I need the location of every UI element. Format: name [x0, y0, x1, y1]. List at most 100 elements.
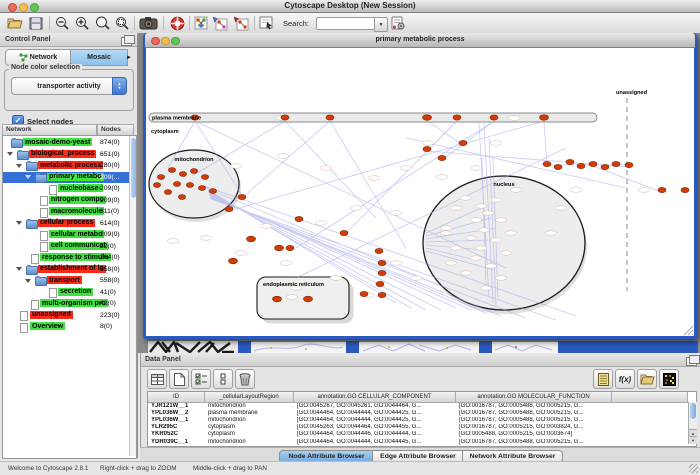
background-window-fragment[interactable] — [346, 341, 359, 353]
table-scrollbar[interactable]: ▲ ▼ — [688, 402, 697, 444]
import-attributes-icon[interactable] — [637, 369, 657, 389]
main-toolbar: Search: ▼ — [0, 13, 700, 34]
annotation-icon[interactable] — [259, 15, 274, 31]
tree-item-cell-communication[interactable]: cell communicat22(0) — [3, 241, 129, 253]
zoom-in-icon[interactable] — [75, 15, 89, 31]
unselect-attributes-icon[interactable] — [213, 369, 233, 389]
table-row[interactable]: YDR039C__1 mitochondrion [GO:0044464, GO… — [148, 439, 688, 446]
folder-icon — [11, 139, 23, 148]
attribute-editor-icon[interactable] — [593, 369, 613, 389]
network-leaf-icon — [20, 323, 28, 333]
table-row[interactable]: YPL036W__1 mitochondrion [GO:0044464, GO… — [148, 417, 688, 424]
expander-icon[interactable] — [7, 152, 13, 156]
destroy-network-icon[interactable] — [233, 15, 249, 31]
tree-item-overview[interactable]: Overview8(0) — [3, 321, 129, 333]
background-window-fragment[interactable] — [492, 341, 558, 353]
expander-icon[interactable] — [25, 175, 31, 179]
zoom-fit-icon[interactable] — [95, 15, 110, 31]
search-config-icon[interactable] — [391, 15, 405, 31]
apply-layout-icon[interactable] — [212, 15, 228, 31]
network-leaf-icon — [49, 185, 57, 195]
network-window-titlebar[interactable]: primary metabolic process — [145, 33, 695, 48]
zoom-selected-icon[interactable] — [115, 15, 129, 31]
network-leaf-icon — [31, 254, 39, 264]
column-header-go-molecular-function[interactable]: annotation.GO MOLECULAR_FUNCTION — [456, 392, 612, 403]
data-panel-title: Data Panel — [145, 356, 181, 363]
background-window-fragment[interactable] — [251, 341, 346, 353]
expander-icon[interactable] — [16, 164, 22, 168]
dropdown-stepper-icon[interactable]: ▲▼ — [112, 77, 127, 95]
float-panel-icon[interactable] — [121, 37, 132, 46]
network-canvas[interactable]: plasma membrane cytoplasm mitochondrion … — [146, 48, 694, 336]
tree-item-multi-organism-process[interactable]: multi-organism pro42(0) — [3, 298, 129, 310]
plasma-membrane-region[interactable] — [149, 113, 597, 122]
tree-scrollbar[interactable] — [129, 136, 136, 456]
tree-item-cellular-process[interactable]: cellular process614(0) — [3, 218, 129, 230]
zoom-out-icon[interactable] — [55, 15, 69, 31]
table-scrollbar-thumb[interactable] — [690, 403, 696, 419]
new-attribute-icon[interactable] — [169, 369, 189, 389]
nucleus-region[interactable] — [423, 176, 585, 310]
search-input[interactable] — [316, 17, 378, 30]
network-leaf-icon — [20, 311, 28, 321]
background-window-fragment[interactable] — [359, 341, 479, 353]
search-dropdown-icon[interactable]: ▼ — [374, 17, 388, 32]
snapshot-camera-icon[interactable] — [139, 15, 158, 31]
nucleus-label: nucleus — [493, 182, 514, 188]
tree-item-transport[interactable]: transport558(0) — [3, 275, 129, 287]
tree-item-nucleobase[interactable]: nucleobase-209(0) — [3, 183, 129, 195]
folder-icon — [26, 266, 38, 275]
matrix-view-icon[interactable] — [659, 369, 679, 389]
background-window-fragment[interactable] — [558, 341, 698, 353]
canvas-resize-grip-icon[interactable] — [684, 326, 693, 335]
tree-item-establishment-of-localization[interactable]: establishment of lo558(0) — [3, 264, 129, 276]
table-row[interactable]: YPL036W__2 plasma membrane [GO:0044464, … — [148, 410, 688, 417]
open-file-icon[interactable] — [7, 15, 24, 31]
background-window-fragment[interactable] — [148, 341, 238, 353]
tab-overflow-arrow-icon[interactable]: ► — [126, 49, 135, 66]
delete-attribute-icon[interactable] — [235, 369, 255, 389]
window-resize-grip-icon[interactable] — [689, 464, 698, 473]
tree-item-primary-metabolic[interactable]: primary metabo209(... — [3, 172, 129, 184]
edges-layer[interactable] — [168, 121, 662, 320]
attribute-table-icon[interactable] — [147, 369, 167, 389]
scroll-down-icon[interactable]: ▼ — [689, 436, 697, 444]
tree-item-biological-process[interactable]: biological_process651(0) — [3, 149, 129, 161]
tree-item-secretion[interactable]: secretion41(0) — [3, 287, 129, 299]
tree-item-macromolecule[interactable]: macromolecule311(0) — [3, 206, 129, 218]
tree-item-metabolic-process[interactable]: metabolic process280(0) — [3, 160, 129, 172]
help-icon[interactable] — [170, 15, 185, 31]
table-row[interactable]: YKR052C cytoplasm [GO:0044464, GO:004444… — [148, 431, 688, 438]
column-header-cellular-layout-region[interactable]: _cellularLayoutRegion — [205, 392, 294, 403]
column-header-id[interactable]: ID — [148, 392, 205, 403]
create-network-icon[interactable] — [194, 15, 208, 31]
tree-item-nitrogen-compound[interactable]: nitrogen compo209(0) — [3, 195, 129, 207]
formula-builder-icon[interactable]: f(x) — [615, 369, 635, 389]
expander-icon[interactable] — [16, 221, 22, 225]
toolbar-separator — [189, 16, 190, 30]
mitochondrion-label: mitochondrion — [174, 157, 214, 163]
save-session-icon[interactable] — [29, 15, 43, 31]
expander-icon[interactable] — [16, 267, 22, 271]
tab-network-label: Network — [30, 54, 58, 61]
tree-item-mosaic-demo-yeast[interactable]: mosaic-demo-yeast874(0) — [3, 137, 129, 149]
tree-scrollbar-thumb[interactable] — [131, 138, 136, 198]
tree-item-unassigned[interactable]: unassigned223(0) — [3, 310, 129, 322]
column-header-go-cellular-component[interactable]: annotation.GO CELLULAR_COMPONENT — [294, 392, 456, 403]
cytoplasm-label: cytoplasm — [151, 129, 179, 135]
background-window-fragment[interactable] — [479, 341, 492, 353]
nodes-layer[interactable] — [153, 115, 689, 302]
data-panel: Data Panel f(x) ID _cellularLayoutRegion… — [140, 353, 700, 447]
control-panel-title: Control Panel — [5, 36, 51, 43]
tree-item-cellular-metabolic[interactable]: cellular metabo209(0) — [3, 229, 129, 241]
network-graph[interactable]: plasma membrane cytoplasm mitochondrion … — [146, 48, 694, 336]
float-panel-icon[interactable] — [686, 357, 697, 366]
expander-icon[interactable] — [25, 279, 31, 283]
network-view-window[interactable]: primary metabolic process — [143, 33, 697, 339]
node-color-dropdown[interactable]: transporter activity — [11, 77, 127, 95]
tree-item-response-to-stimulus[interactable]: response to stimulu264(0) — [3, 252, 129, 264]
select-attributes-icon[interactable] — [191, 369, 211, 389]
background-window-fragment[interactable] — [238, 341, 251, 353]
table-row[interactable]: YLR295C cytoplasm [GO:0045263, GO:004446… — [148, 424, 688, 431]
table-row[interactable]: YJR121W__1 mitochondrion [GO:0045267, GO… — [148, 403, 688, 410]
